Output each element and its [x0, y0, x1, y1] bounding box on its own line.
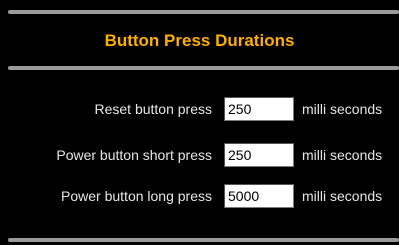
power-button-short-press-label: Power button short press [56, 147, 212, 163]
power-button-long-press-input[interactable] [224, 184, 294, 208]
reset-button-press-input[interactable] [224, 97, 294, 121]
power-button-short-press-input[interactable] [224, 143, 294, 167]
top-divider [8, 10, 399, 14]
reset-button-press-unit: milli seconds [302, 101, 383, 117]
power-button-long-press-label: Power button long press [61, 188, 212, 204]
reset-button-press-row: Reset button press milli seconds [0, 97, 399, 121]
power-button-short-press-row: Power button short press milli seconds [0, 143, 399, 167]
power-button-long-press-unit: milli seconds [302, 188, 383, 204]
power-button-long-press-row: Power button long press milli seconds [0, 184, 399, 208]
section-title: Button Press Durations [104, 31, 295, 50]
power-button-short-press-unit: milli seconds [302, 147, 383, 163]
header-divider [8, 66, 399, 70]
bottom-divider [8, 238, 399, 242]
reset-button-press-label: Reset button press [94, 101, 212, 117]
